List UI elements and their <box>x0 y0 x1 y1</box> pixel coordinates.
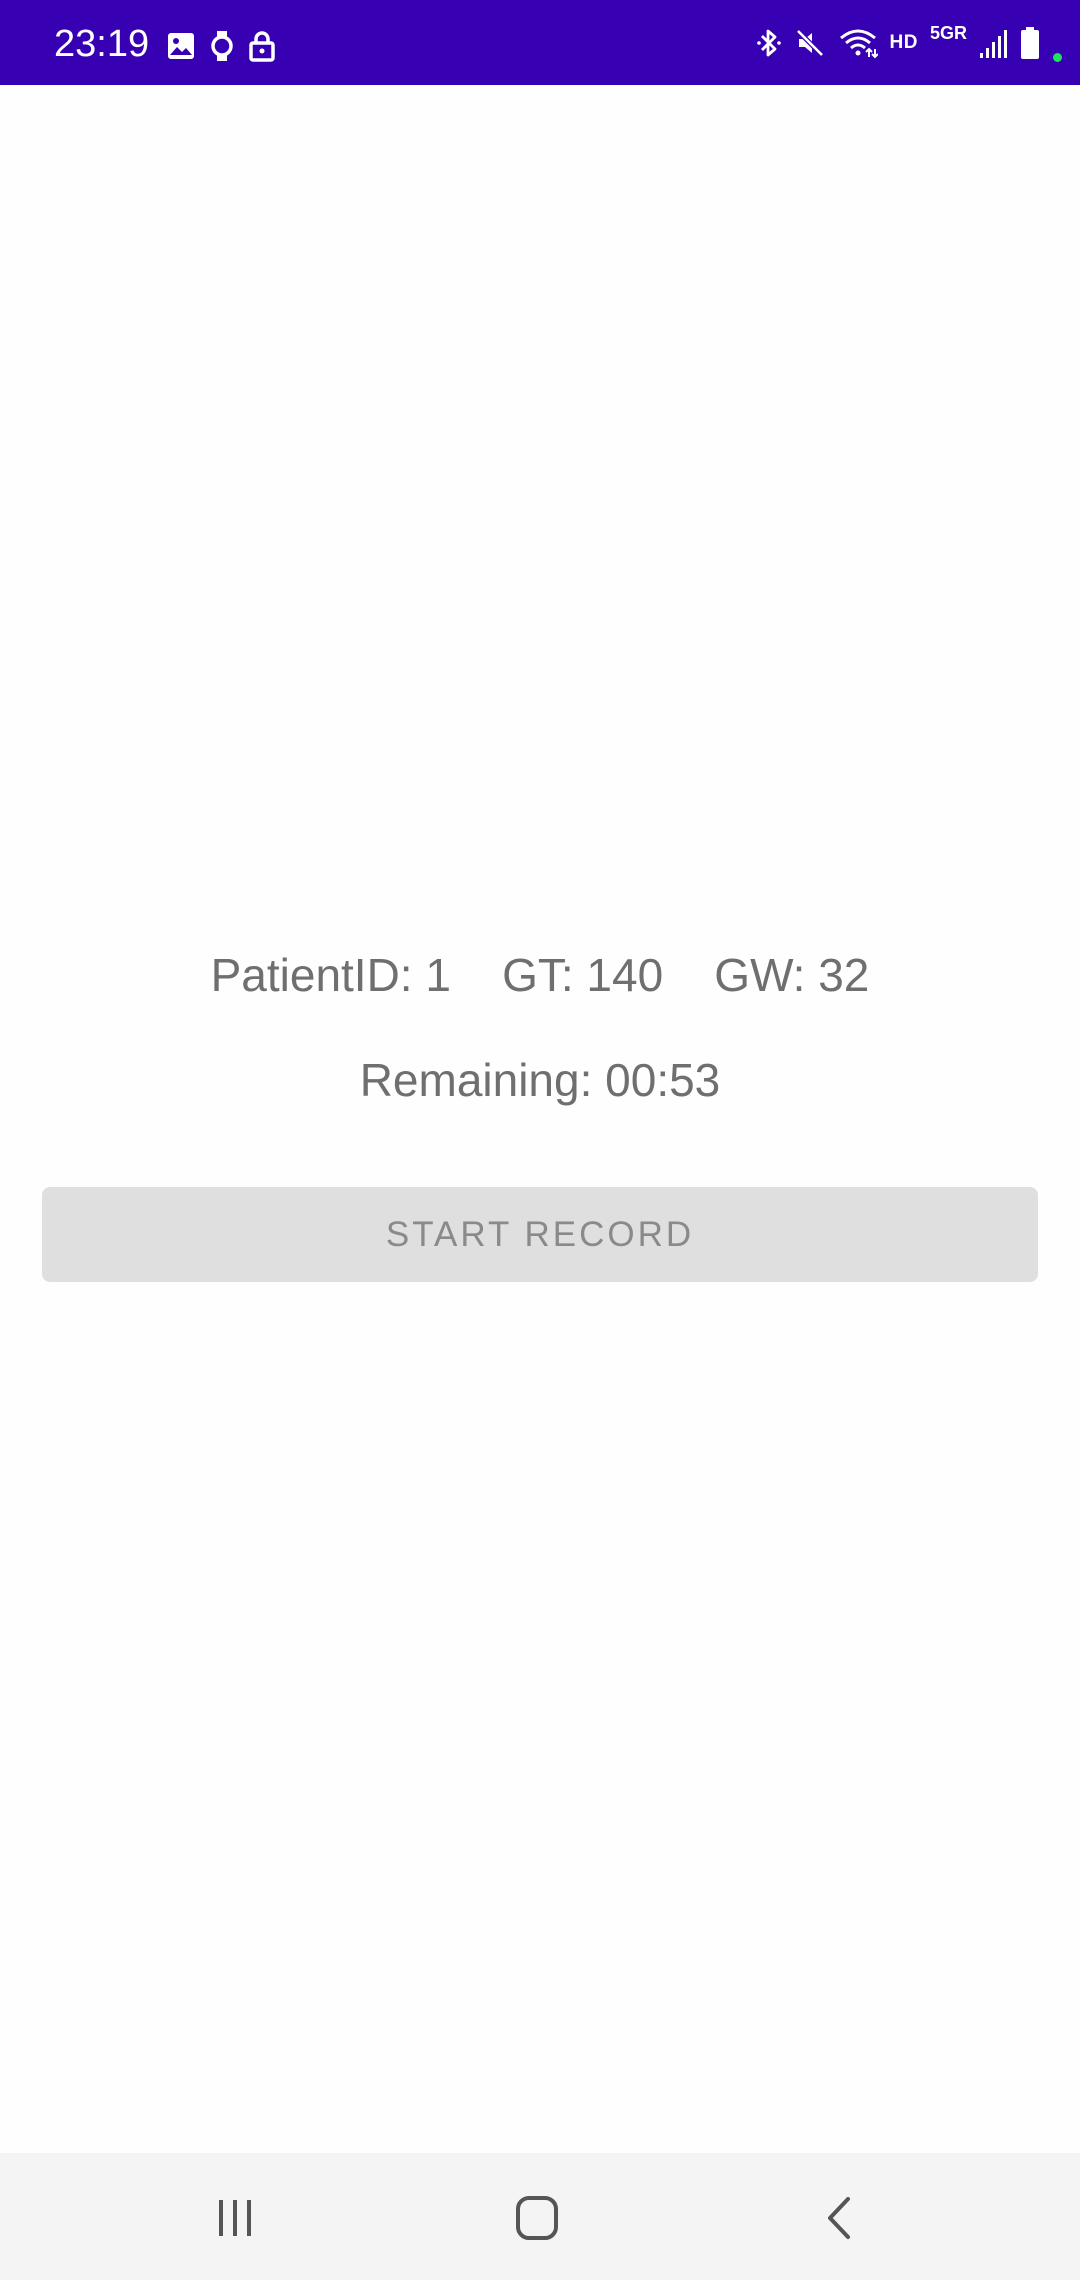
navigation-bar <box>0 2153 1080 2280</box>
gw-text: GW: 32 <box>714 949 870 1001</box>
watch-icon <box>210 30 234 62</box>
lock-icon <box>248 30 276 62</box>
home-icon <box>513 2194 561 2242</box>
app-screen: 23:19 HD 5GR PatientID: 1 GT: 140 GW: 32… <box>0 0 1080 2280</box>
status-left-icons <box>166 30 276 62</box>
status-right-icons: HD 5GR <box>756 22 1062 62</box>
battery-icon <box>1019 26 1041 60</box>
back-icon <box>820 2194 860 2242</box>
home-button[interactable] <box>497 2183 577 2253</box>
back-button[interactable] <box>800 2183 880 2253</box>
status-bar: 23:19 HD 5GR <box>0 0 1080 85</box>
patient-id-text: PatientID: 1 <box>210 949 451 1001</box>
network-type-label: 5GR <box>929 22 967 43</box>
remaining-time-text: Remaining: 00:53 <box>359 1054 721 1106</box>
patient-info-line: PatientID: 1 GT: 140 GW: 32 <box>0 947 1080 1003</box>
start-record-button[interactable]: START RECORD <box>42 1187 1038 1282</box>
hd-label: HD <box>889 32 918 53</box>
bluetooth-icon <box>756 27 782 59</box>
gt-text: GT: 140 <box>502 949 664 1001</box>
signal-icon <box>979 27 1007 59</box>
wifi-icon <box>838 27 878 59</box>
recents-icon <box>213 2196 257 2240</box>
gallery-icon <box>166 31 196 61</box>
recents-button[interactable] <box>195 2183 275 2253</box>
status-time: 23:19 <box>54 23 150 65</box>
mute-icon <box>794 27 826 59</box>
privacy-indicator-dot <box>1053 52 1062 62</box>
